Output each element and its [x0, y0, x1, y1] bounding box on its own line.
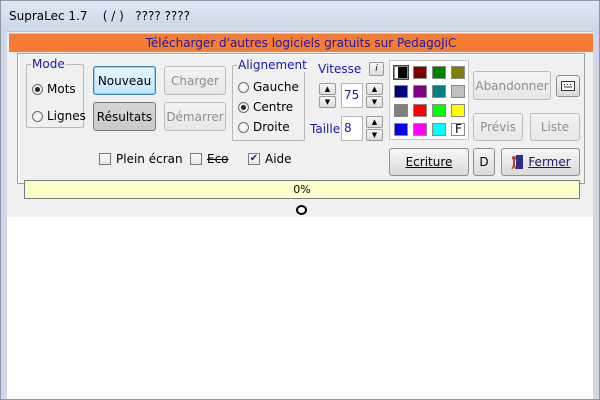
mode-radio-mots[interactable]: Mots [32, 82, 76, 96]
radio-mots-indicator[interactable] [32, 83, 43, 95]
color-swatch[interactable] [413, 66, 427, 79]
color-palette: F [389, 60, 469, 140]
vitesse-label: Vitesse [318, 62, 362, 76]
previs-button[interactable]: Prévis [473, 113, 523, 141]
resultats-button[interactable]: Résultats [93, 102, 156, 131]
keyboard-icon [561, 81, 575, 91]
mode-legend: Mode [31, 57, 66, 71]
vitesse-info-icon[interactable]: i [369, 62, 384, 76]
color-swatch[interactable] [413, 85, 427, 98]
vitesse-left-down-arrow-icon[interactable]: ▼ [319, 96, 336, 108]
color-swatch[interactable] [394, 104, 408, 117]
fermer-label: Fermer [528, 155, 571, 169]
radio-droite-label: Droite [253, 120, 290, 134]
radio-lignes-indicator[interactable] [32, 110, 43, 122]
radio-mots-label: Mots [47, 82, 76, 96]
liste-button[interactable]: Liste [530, 113, 580, 141]
progress-bar: 0% [24, 180, 580, 199]
title-bar[interactable]: SupraLec 1.7 ( / ) ???? ???? [1, 1, 599, 31]
radio-centre-indicator[interactable] [238, 101, 249, 113]
vitesse-left-up-arrow-icon[interactable]: ▲ [319, 83, 336, 95]
taille-down-arrow-icon[interactable]: ▼ [366, 129, 383, 141]
radio-gauche-indicator[interactable] [238, 81, 249, 93]
fermer-button[interactable]: Fermer [501, 148, 580, 176]
radio-lignes-label: Lignes [47, 109, 86, 123]
taille-value-field[interactable]: 8 [341, 116, 363, 141]
d-button[interactable]: D [473, 148, 495, 176]
radio-gauche-label: Gauche [253, 80, 299, 94]
vitesse-up-arrow-icon[interactable]: ▲ [366, 83, 383, 95]
color-swatch[interactable] [432, 123, 446, 136]
color-swatch[interactable] [413, 104, 427, 117]
download-banner[interactable]: Télécharger d'autres logiciels gratuits … [9, 33, 593, 52]
color-swatch[interactable] [393, 65, 409, 80]
color-swatch[interactable] [432, 104, 446, 117]
radio-droite-indicator[interactable] [238, 121, 249, 133]
plein-ecran-label: Plein écran [116, 152, 183, 166]
eco-box[interactable] [190, 153, 202, 165]
align-radio-centre[interactable]: Centre [238, 100, 293, 114]
color-swatch[interactable] [394, 123, 408, 136]
keyboard-button[interactable] [556, 75, 580, 97]
exit-door-icon [511, 155, 524, 170]
ecriture-button[interactable]: Ecriture [389, 148, 469, 176]
color-swatch[interactable] [432, 66, 446, 79]
color-swatch[interactable] [451, 104, 465, 117]
mode-radio-lignes[interactable]: Lignes [32, 109, 86, 123]
color-swatch[interactable] [394, 85, 408, 98]
radio-centre-label: Centre [253, 100, 294, 114]
aide-checkbox[interactable]: ✔ Aide [248, 152, 292, 166]
plein-ecran-box[interactable] [99, 153, 111, 165]
color-swatch[interactable]: F [451, 122, 465, 136]
color-swatch[interactable] [432, 85, 446, 98]
plein-ecran-checkbox[interactable]: Plein écran [99, 152, 183, 166]
taille-label: Taille [310, 122, 341, 136]
cursor-ring-icon [296, 205, 307, 215]
vitesse-down-arrow-icon[interactable]: ▼ [366, 96, 383, 108]
vitesse-spin-left[interactable]: ▲ ▼ [319, 83, 336, 108]
vitesse-spin-right[interactable]: ▲ ▼ [366, 83, 383, 108]
nouveau-button[interactable]: Nouveau [93, 66, 156, 95]
ecriture-label: Ecriture [405, 155, 453, 169]
window-title: SupraLec 1.7 ( / ) ???? ???? [9, 9, 190, 23]
align-radio-droite[interactable]: Droite [238, 120, 290, 134]
eco-label: Eco [207, 152, 229, 166]
align-radio-gauche[interactable]: Gauche [238, 80, 299, 94]
demarrer-button[interactable]: Démarrer [164, 102, 226, 131]
reading-text-area[interactable] [7, 217, 593, 399]
abandonner-button[interactable]: Abandonner [473, 71, 551, 100]
color-swatch[interactable] [413, 123, 427, 136]
taille-spin[interactable]: ▲ ▼ [366, 116, 383, 141]
taille-up-arrow-icon[interactable]: ▲ [366, 116, 383, 128]
banner-link[interactable]: Télécharger d'autres logiciels gratuits … [9, 36, 593, 50]
vitesse-value-field[interactable]: 75 [341, 83, 363, 108]
color-swatch[interactable] [451, 85, 465, 98]
aide-box[interactable]: ✔ [248, 153, 260, 165]
eco-checkbox[interactable]: Eco [190, 152, 229, 166]
checkmark-icon: ✔ [249, 153, 259, 164]
progress-text: 0% [293, 183, 311, 196]
color-swatch[interactable] [451, 66, 465, 79]
charger-button[interactable]: Charger [164, 66, 226, 95]
aide-label: Aide [265, 152, 292, 166]
swatch-label: F [455, 122, 462, 136]
alignement-legend: Alignement [237, 58, 308, 72]
